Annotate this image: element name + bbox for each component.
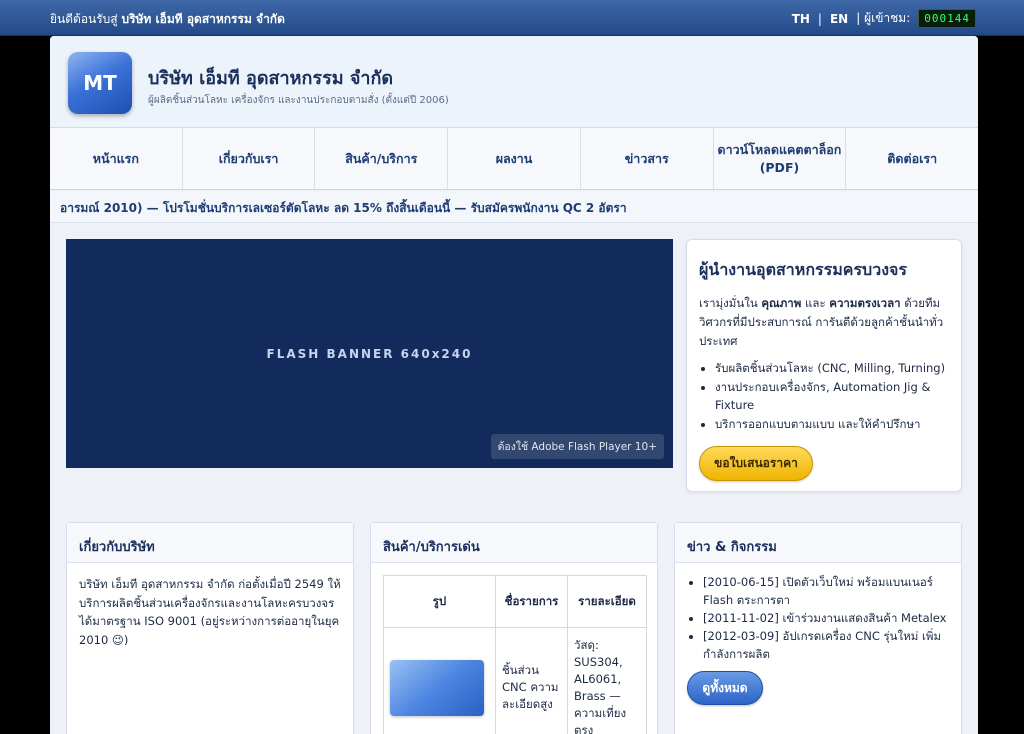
promo-bullet-list: รับผลิตชิ้นส่วนโลหะ (CNC, Milling, Turni… bbox=[715, 359, 951, 433]
company-name: บริษัท เอ็มที อุดสาหกรรม จำกัด bbox=[148, 68, 394, 89]
nav-item-portfolio[interactable]: ผลงาน bbox=[448, 128, 581, 189]
nav-item-home[interactable]: หน้าแรก bbox=[50, 128, 183, 189]
products-panel-title: สินค้า/บริการเด่น bbox=[371, 523, 657, 563]
request-quote-button[interactable]: ขอใบเสนอราคา bbox=[699, 446, 813, 481]
products-panel: สินค้า/บริการเด่น รูป ชื่อรายการ รายละเอ… bbox=[370, 522, 658, 734]
promo-desc-bold-quality: คุณภาพ bbox=[761, 296, 802, 310]
top-bar-right: TH | EN | ผู้เข้าชม: 000144 bbox=[792, 9, 976, 28]
list-item: บริการออกแบบตามแบบ และให้คำปรึกษา bbox=[715, 415, 951, 434]
list-item[interactable]: [2010-06-15] เปิดตัวเว็บใหม่ พร้อมแบนเนอ… bbox=[703, 573, 949, 609]
top-bar: ยินดีต้อนรับสู่ บริษัท เอ็มที อุดสาหกรรม… bbox=[0, 0, 1024, 36]
lang-separator: | bbox=[817, 11, 822, 26]
news-ticker: อารมณ์ 2010) — โปรโมชั่นบริการเลเซอร์ตัด… bbox=[50, 191, 978, 223]
table-row: ชิ้นส่วน CNC ความละเอียดสูง วัสดุ: SUS30… bbox=[383, 627, 647, 734]
ticker-text: อารมณ์ 2010) — โปรโมชั่นบริการเลเซอร์ตัด… bbox=[60, 201, 627, 215]
promo-box: ผู้นำงานอุตสาหกรรมครบวงจร เรามุ่งมั่นใน … bbox=[686, 239, 962, 492]
company-logo[interactable]: MT bbox=[68, 52, 132, 114]
welcome-prefix: ยินดีต้อนรับสู่ bbox=[50, 12, 118, 26]
product-name-cell: ชิ้นส่วน CNC ความละเอียดสูง bbox=[495, 627, 568, 734]
page-container: MT บริษัท เอ็มที อุดสาหกรรม จำกัด ผู้ผลิ… bbox=[50, 36, 978, 734]
column-header-image: รูป bbox=[383, 575, 496, 628]
column-header-name: ชื่อรายการ bbox=[495, 575, 568, 628]
promo-desc-bold-timeliness: ความตรงเวลา bbox=[829, 296, 901, 310]
flash-banner[interactable]: FLASH BANNER 640x240 ต้องใช้ Adobe Flash… bbox=[66, 239, 673, 468]
see-all-news-button[interactable]: ดูทั้งหมด bbox=[687, 671, 763, 705]
promo-description: เรามุ่งมั่นใน คุณภาพ และ ความตรงเวลา ด้ว… bbox=[699, 294, 951, 351]
list-item[interactable]: [2011-11-02] เข้าร่วมงานแสดงสินค้า Metal… bbox=[703, 609, 949, 627]
promo-desc-part: เรามุ่งมั่นใน bbox=[699, 296, 762, 310]
list-item[interactable]: [2012-03-09] อัปเกรดเครื่อง CNC รุ่นใหม่… bbox=[703, 627, 949, 663]
nav-item-catalog-download[interactable]: ดาวน์โหลดแคตตาล็อก (PDF) bbox=[714, 128, 847, 189]
promo-title: ผู้นำงานอุตสาหกรรมครบวงจร bbox=[699, 260, 907, 279]
nav-item-contact[interactable]: ติดต่อเรา bbox=[846, 128, 978, 189]
news-panel-title: ข่าว & กิจกรรม bbox=[675, 523, 961, 563]
column-header-detail: รายละเอียด bbox=[567, 575, 647, 628]
promo-desc-part: และ bbox=[801, 296, 830, 310]
nav-item-products[interactable]: สินค้า/บริการ bbox=[315, 128, 449, 189]
product-detail-cell: วัสดุ: SUS304, AL6061, Brass — ความเที่ย… bbox=[567, 627, 647, 734]
main-nav: หน้าแรก เกี่ยวกับเรา สินค้า/บริการ ผลงาน… bbox=[50, 128, 978, 190]
site-header: MT บริษัท เอ็มที อุดสาหกรรม จำกัด ผู้ผลิ… bbox=[50, 36, 978, 128]
nav-item-about[interactable]: เกี่ยวกับเรา bbox=[183, 128, 316, 189]
nav-item-news[interactable]: ข่าวสาร bbox=[581, 128, 714, 189]
products-table: รูป ชื่อรายการ รายละเอียด ชิ้นส่วน CNC ค… bbox=[383, 575, 647, 734]
product-thumbnail[interactable] bbox=[390, 659, 484, 716]
about-panel-body: บริษัท เอ็มที อุดสาหกรรม จำกัด ก่อตั้งเม… bbox=[79, 577, 341, 647]
about-panel: เกี่ยวกับบริษัท บริษัท เอ็มที อุดสาหกรรม… bbox=[66, 522, 354, 734]
welcome-company: บริษัท เอ็มที อุดสาหกรรม จำกัด bbox=[121, 12, 285, 26]
visitors-label: | ผู้เข้าชม: bbox=[856, 11, 911, 25]
visitor-counter: 000144 bbox=[918, 9, 976, 28]
table-header-row: รูป ชื่อรายการ รายละเอียด bbox=[383, 575, 647, 628]
welcome-text: ยินดีต้อนรับสู่ บริษัท เอ็มที อุดสาหกรรม… bbox=[50, 10, 285, 29]
company-tagline: ผู้ผลิตชิ้นส่วนโลหะ เครื่องจักร และงานปร… bbox=[148, 95, 449, 106]
lang-en-link[interactable]: EN bbox=[830, 12, 848, 26]
about-panel-title: เกี่ยวกับบริษัท bbox=[67, 523, 353, 563]
lang-th-link[interactable]: TH bbox=[792, 12, 810, 26]
list-item: งานประกอบเครื่องจักร, Automation Jig & F… bbox=[715, 378, 951, 415]
list-item: รับผลิตชิ้นส่วนโลหะ (CNC, Milling, Turni… bbox=[715, 359, 951, 378]
news-list: [2010-06-15] เปิดตัวเว็บใหม่ พร้อมแบนเนอ… bbox=[675, 563, 961, 663]
product-image-cell bbox=[383, 627, 496, 734]
flash-requirement-note: ต้องใช้ Adobe Flash Player 10+ bbox=[490, 434, 664, 459]
banner-label: FLASH BANNER 640x240 bbox=[266, 347, 473, 361]
news-panel: ข่าว & กิจกรรม [2010-06-15] เปิดตัวเว็บใ… bbox=[674, 522, 962, 734]
